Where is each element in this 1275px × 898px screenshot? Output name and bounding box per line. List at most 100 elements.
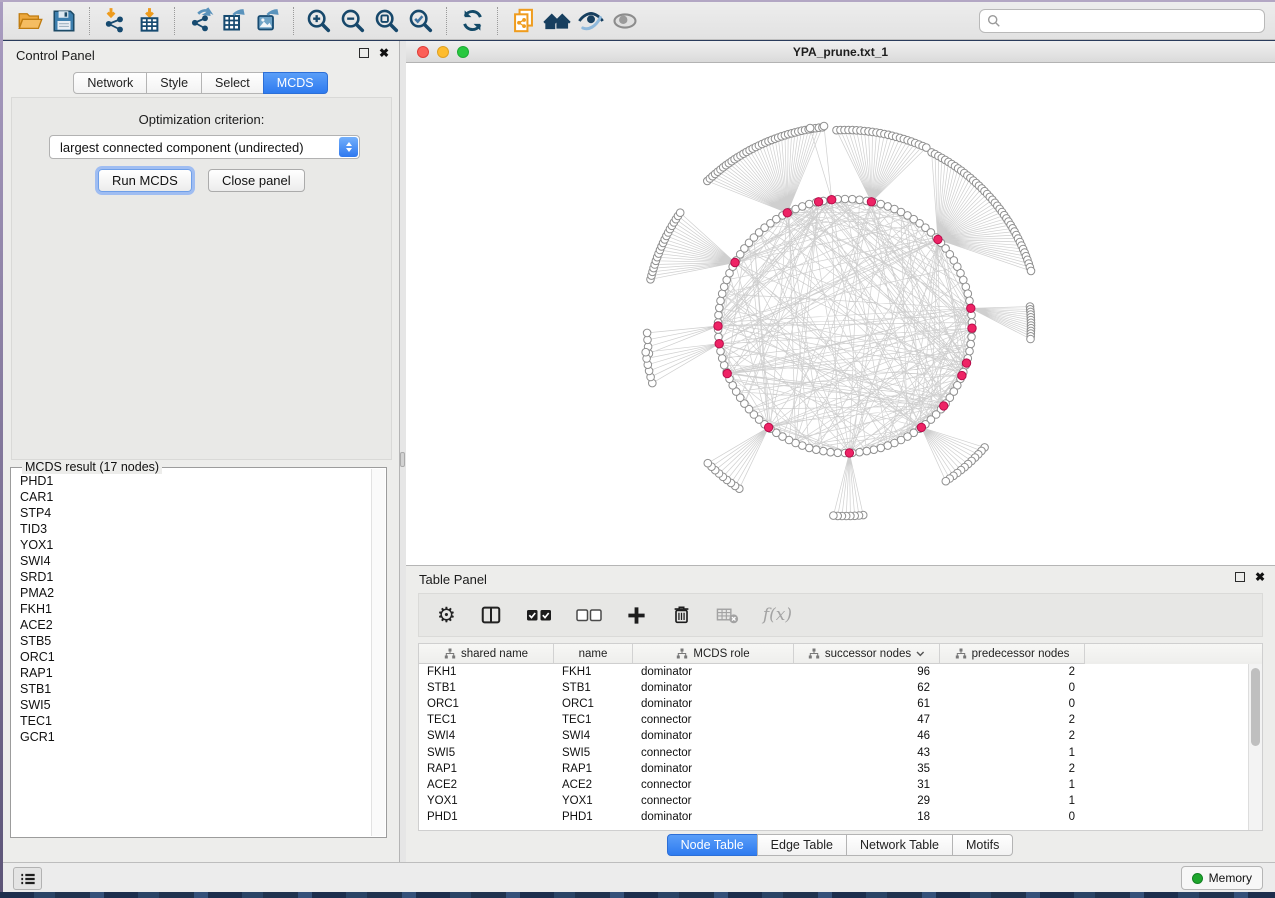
mcds-list-item[interactable]: SWI5 [13, 697, 371, 713]
table-cell[interactable]: STB1 [554, 682, 633, 694]
mcds-list-item[interactable]: SRD1 [13, 569, 371, 585]
table-cell[interactable]: dominator [633, 730, 794, 742]
table-cell[interactable]: 18 [794, 811, 940, 823]
table-scrollbar-thumb[interactable] [1251, 668, 1260, 746]
table-cell[interactable]: dominator [633, 763, 794, 775]
table-cell[interactable]: 2 [940, 714, 1085, 726]
column-header-mcds-role[interactable]: MCDS role [633, 644, 794, 664]
table-cell[interactable]: TEC1 [419, 714, 554, 726]
show-all-button[interactable] [608, 5, 642, 37]
table-cell[interactable]: ACE2 [554, 779, 633, 791]
show-columns-button[interactable] [480, 604, 502, 626]
mcds-list-item[interactable]: FKH1 [13, 601, 371, 617]
table-row[interactable]: SWI5SWI5connector431 [419, 744, 1262, 760]
close-panel-icon[interactable]: ✖ [379, 48, 389, 58]
mcds-list-item[interactable]: SWI4 [13, 553, 371, 569]
delete-table-button[interactable] [716, 605, 739, 625]
table-row[interactable]: ACE2ACE2connector311 [419, 777, 1262, 793]
tab-select[interactable]: Select [201, 72, 264, 94]
table-cell[interactable]: 1 [940, 747, 1085, 759]
hide-selected-button[interactable] [574, 5, 608, 37]
search-input[interactable] [1006, 13, 1257, 29]
close-panel-button[interactable]: Close panel [208, 169, 305, 192]
table-cell[interactable]: 61 [794, 698, 940, 710]
table-cell[interactable]: 0 [940, 698, 1085, 710]
table-cell[interactable]: 62 [794, 682, 940, 694]
column-header-shared-name[interactable]: shared name [419, 644, 554, 664]
export-table-button[interactable] [217, 5, 251, 37]
mcds-list-item[interactable]: ACE2 [13, 617, 371, 633]
table-cell[interactable]: connector [633, 714, 794, 726]
table-cell[interactable]: SWI4 [554, 730, 633, 742]
result-scrollbar[interactable] [371, 469, 385, 836]
export-network-button[interactable] [183, 5, 217, 37]
table-cell[interactable]: PHD1 [554, 811, 633, 823]
table-cell[interactable]: dominator [633, 682, 794, 694]
table-cell[interactable]: connector [633, 747, 794, 759]
table-cell[interactable]: RAP1 [554, 763, 633, 775]
run-mcds-button[interactable]: Run MCDS [98, 169, 192, 192]
tab-motifs[interactable]: Motifs [952, 834, 1013, 856]
table-cell[interactable]: ORC1 [554, 698, 633, 710]
table-cell[interactable]: 2 [940, 730, 1085, 742]
mcds-result-list[interactable]: PHD1CAR1STP4TID3YOX1SWI4SRD1PMA2FKH1ACE2… [13, 473, 371, 835]
mcds-list-item[interactable]: STB5 [13, 633, 371, 649]
export-image-button[interactable] [251, 5, 285, 37]
table-cell[interactable]: connector [633, 795, 794, 807]
table-row[interactable]: PHD1PHD1dominator180 [419, 809, 1262, 825]
import-table-button[interactable] [132, 5, 166, 37]
tab-mcds[interactable]: MCDS [263, 72, 328, 94]
float-table-panel-icon[interactable] [1235, 572, 1245, 582]
tab-edge-table[interactable]: Edge Table [757, 834, 847, 856]
table-scrollbar[interactable] [1248, 664, 1262, 830]
criterion-dropdown[interactable]: largest connected component (undirected) [49, 135, 360, 159]
mcds-list-item[interactable]: ORC1 [13, 649, 371, 665]
table-cell[interactable]: 2 [940, 763, 1085, 775]
column-header-predecessor-nodes[interactable]: predecessor nodes [940, 644, 1085, 664]
table-row[interactable]: RAP1RAP1dominator352 [419, 761, 1262, 777]
table-cell[interactable]: 35 [794, 763, 940, 775]
table-cell[interactable]: 43 [794, 747, 940, 759]
zoom-in-button[interactable] [302, 5, 336, 37]
table-cell[interactable]: STB1 [419, 682, 554, 694]
tab-network[interactable]: Network [73, 72, 147, 94]
table-cell[interactable]: YOX1 [554, 795, 633, 807]
add-row-button[interactable] [626, 605, 647, 626]
table-row[interactable]: FKH1FKH1dominator962 [419, 664, 1262, 680]
mcds-list-item[interactable]: PMA2 [13, 585, 371, 601]
table-cell[interactable]: FKH1 [554, 666, 633, 678]
table-cell[interactable]: SWI5 [554, 747, 633, 759]
table-cell[interactable]: YOX1 [419, 795, 554, 807]
column-header-successor-nodes[interactable]: successor nodes [794, 644, 940, 664]
table-cell[interactable]: 1 [940, 795, 1085, 807]
select-all-button[interactable] [526, 608, 552, 623]
table-cell[interactable]: 0 [940, 811, 1085, 823]
table-cell[interactable]: 29 [794, 795, 940, 807]
table-cell[interactable]: dominator [633, 666, 794, 678]
zoom-out-button[interactable] [336, 5, 370, 37]
table-row[interactable]: YOX1YOX1connector291 [419, 793, 1262, 809]
table-cell[interactable]: dominator [633, 811, 794, 823]
close-table-panel-icon[interactable]: ✖ [1255, 572, 1265, 582]
table-cell[interactable]: dominator [633, 698, 794, 710]
table-cell[interactable]: 96 [794, 666, 940, 678]
mcds-list-item[interactable]: CAR1 [13, 489, 371, 505]
show-panels-button[interactable] [13, 867, 42, 890]
settings-gear-button[interactable]: ⚙ [437, 605, 456, 626]
table-cell[interactable]: 1 [940, 779, 1085, 791]
delete-row-button[interactable] [671, 604, 692, 626]
mcds-list-item[interactable]: PHD1 [13, 473, 371, 489]
search-field[interactable] [979, 9, 1265, 33]
refresh-button[interactable] [455, 5, 489, 37]
table-cell[interactable]: 0 [940, 682, 1085, 694]
mcds-list-item[interactable]: YOX1 [13, 537, 371, 553]
network-graph[interactable] [406, 63, 1275, 565]
table-cell[interactable]: 47 [794, 714, 940, 726]
memory-button[interactable]: Memory [1181, 866, 1263, 890]
table-cell[interactable]: FKH1 [419, 666, 554, 678]
table-cell[interactable]: 31 [794, 779, 940, 791]
deselect-all-button[interactable] [576, 608, 602, 623]
first-neighbors-button[interactable] [540, 5, 574, 37]
table-cell[interactable]: ORC1 [419, 698, 554, 710]
mcds-list-item[interactable]: TID3 [13, 521, 371, 537]
